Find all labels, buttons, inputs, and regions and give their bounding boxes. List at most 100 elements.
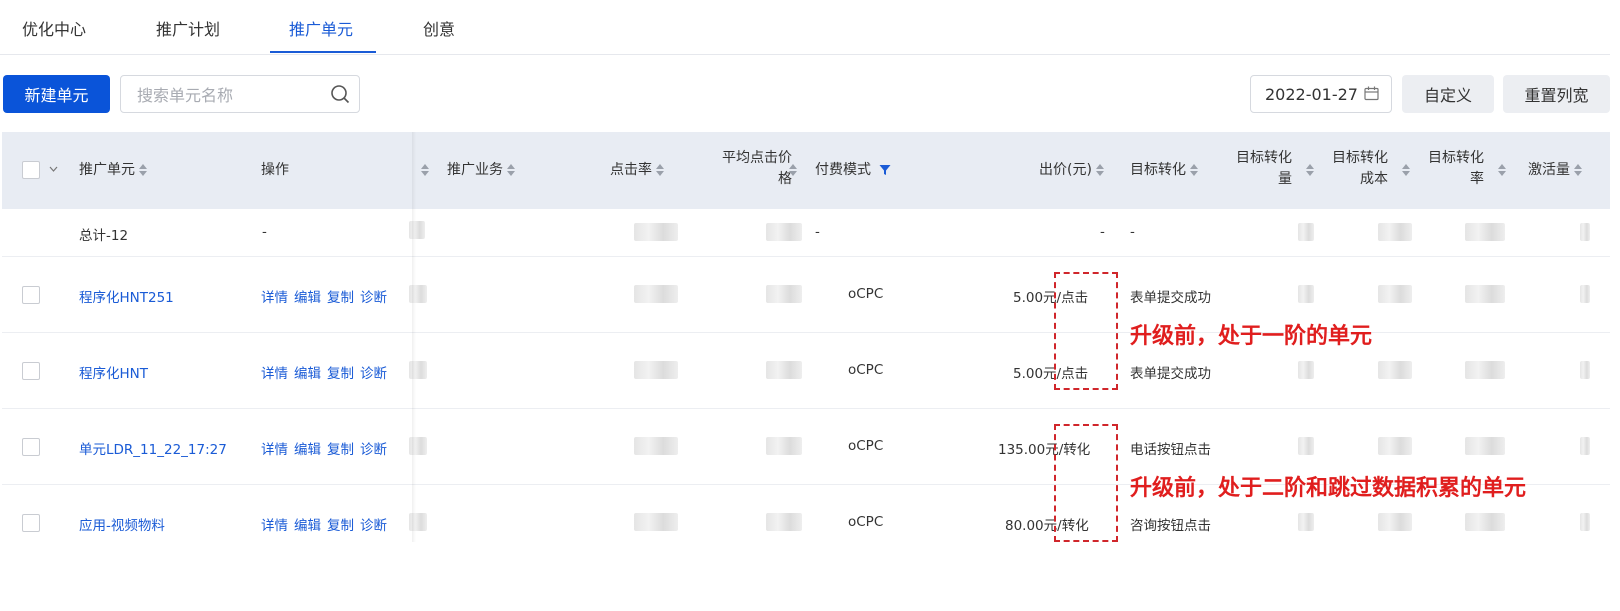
col-unit[interactable]: 推广单元 <box>79 160 147 181</box>
fixed-column-shadow <box>412 132 416 542</box>
masked-value <box>766 223 802 241</box>
masked-value <box>766 437 802 455</box>
reset-column-width-button[interactable]: 重置列宽 <box>1503 75 1610 113</box>
masked-value <box>1298 285 1314 303</box>
masked-value <box>766 513 802 531</box>
diagnose-link[interactable]: 诊断 <box>360 442 387 458</box>
target-conversion: 表单提交成功 <box>1130 366 1211 382</box>
new-unit-button[interactable]: 新建单元 <box>3 75 110 113</box>
row-actions: 详情 编辑 复制 诊断 <box>261 362 393 382</box>
masked-value <box>634 223 678 241</box>
col-target-cost[interactable]: 目标转化 成本 <box>1320 148 1388 190</box>
col-avg-cpc[interactable]: 平均点击价 格 <box>702 148 792 190</box>
target-conversion: 电话按钮点击 <box>1130 442 1211 458</box>
masked-value <box>1465 437 1505 455</box>
col-target[interactable]: 目标转化 <box>1130 160 1198 181</box>
row-checkbox[interactable] <box>22 286 40 304</box>
masked-value <box>1465 223 1505 241</box>
annotation-first-stage: 升级前，处于一阶的单元 <box>1130 324 1373 349</box>
active-tab-indicator <box>270 51 376 53</box>
sort-icon[interactable] <box>1190 164 1198 176</box>
diagnose-link[interactable]: 诊断 <box>360 518 387 534</box>
sort-icon[interactable] <box>1095 164 1104 176</box>
col-ops: 操作 <box>261 162 289 178</box>
sort-icon[interactable] <box>139 164 147 176</box>
col-bid[interactable]: 出价(元) <box>1039 160 1104 181</box>
sort-icon[interactable] <box>507 164 515 176</box>
tab-bar: 优化中心 推广计划 推广单元 创意 <box>0 0 1610 55</box>
row-actions: 详情 编辑 复制 诊断 <box>261 438 393 458</box>
tab-optimization[interactable]: 优化中心 <box>22 16 86 40</box>
row-actions: 详情 编辑 复制 诊断 <box>261 286 393 306</box>
highlight-box-second <box>1054 424 1118 542</box>
col-pay-mode[interactable]: 付费模式 <box>815 160 891 181</box>
masked-value <box>1580 437 1590 455</box>
table-header: 推广单元 操作 推广业务 点击率 平均点击价 格 付费模式 出价(元) 目标转化… <box>2 132 1610 209</box>
total-label: 总计-12 <box>79 228 129 244</box>
masked-value <box>1298 437 1314 455</box>
masked-value <box>1580 513 1590 531</box>
unit-name-link[interactable]: 应用-视频物料 <box>79 514 165 534</box>
edit-link[interactable]: 编辑 <box>294 290 321 306</box>
detail-link[interactable]: 详情 <box>261 290 288 306</box>
detail-link[interactable]: 详情 <box>261 518 288 534</box>
row-checkbox[interactable] <box>22 514 40 532</box>
filter-icon[interactable] <box>879 164 891 176</box>
pay-mode: oCPC <box>848 438 884 454</box>
highlight-box-first <box>1054 272 1118 390</box>
col-target-volume[interactable]: 目标转化 量 <box>1224 148 1292 190</box>
search-input[interactable] <box>135 76 324 114</box>
customize-button[interactable]: 自定义 <box>1402 75 1494 113</box>
copy-link[interactable]: 复制 <box>327 518 354 534</box>
diagnose-link[interactable]: 诊断 <box>360 290 387 306</box>
detail-link[interactable]: 详情 <box>261 442 288 458</box>
row-actions: 详情 编辑 复制 诊断 <box>261 514 393 534</box>
target-conversion: 咨询按钮点击 <box>1130 518 1211 534</box>
select-all-checkbox[interactable] <box>22 161 40 179</box>
diagnose-link[interactable]: 诊断 <box>360 366 387 382</box>
edit-link[interactable]: 编辑 <box>294 518 321 534</box>
masked-value <box>1378 223 1412 241</box>
unit-name-link[interactable]: 程序化HNT <box>79 362 148 382</box>
copy-link[interactable]: 复制 <box>327 442 354 458</box>
tab-unit[interactable]: 推广单元 <box>289 16 353 40</box>
chevron-down-icon[interactable] <box>49 166 58 172</box>
masked-value <box>1465 285 1505 303</box>
date-picker[interactable]: 2022-01-27 <box>1250 75 1392 113</box>
tab-creative[interactable]: 创意 <box>423 16 455 40</box>
masked-value <box>1580 223 1590 241</box>
copy-link[interactable]: 复制 <box>327 290 354 306</box>
edit-link[interactable]: 编辑 <box>294 442 321 458</box>
copy-link[interactable]: 复制 <box>327 366 354 382</box>
sort-icon[interactable] <box>1574 164 1582 176</box>
row-checkbox[interactable] <box>22 438 40 456</box>
col-target-rate[interactable]: 目标转化 率 <box>1416 148 1484 190</box>
sort-icon[interactable] <box>1306 164 1314 176</box>
total-row: 总计-12 - - - - <box>2 209 1610 257</box>
search-icon[interactable] <box>330 84 350 104</box>
col-business[interactable]: 推广业务 <box>447 160 515 181</box>
masked-value <box>1378 513 1412 531</box>
col-ctr[interactable]: 点击率 <box>610 160 664 181</box>
masked-value <box>766 361 802 379</box>
edit-link[interactable]: 编辑 <box>294 366 321 382</box>
row-checkbox[interactable] <box>22 362 40 380</box>
tab-plan[interactable]: 推广计划 <box>156 16 220 40</box>
sort-icon[interactable] <box>1498 164 1506 176</box>
masked-value <box>1580 361 1590 379</box>
col-activation[interactable]: 激活量 <box>1528 160 1582 181</box>
sort-icon[interactable] <box>421 164 429 176</box>
sort-icon[interactable] <box>789 164 797 176</box>
sort-icon[interactable] <box>1402 164 1410 176</box>
unit-name-link[interactable]: 单元LDR_11_22_17:27 <box>79 438 227 458</box>
masked-value <box>1378 437 1412 455</box>
unit-name-link[interactable]: 程序化HNT251 <box>79 286 174 306</box>
masked-value <box>1378 285 1412 303</box>
date-value: 2022-01-27 <box>1265 84 1358 104</box>
detail-link[interactable]: 详情 <box>261 366 288 382</box>
masked-value <box>1378 361 1412 379</box>
masked-value <box>1298 361 1314 379</box>
sort-icon[interactable] <box>656 164 664 176</box>
pay-mode: oCPC <box>848 286 884 302</box>
masked-value <box>634 437 678 455</box>
